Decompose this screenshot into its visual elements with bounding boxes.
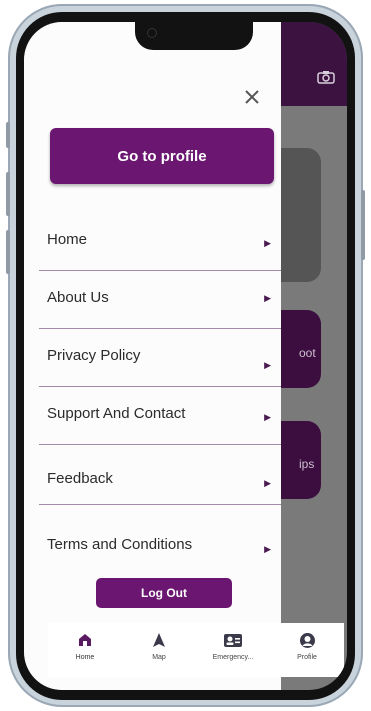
nav-item-profile[interactable]: Profile xyxy=(270,623,344,677)
nav-label: Home xyxy=(75,654,95,661)
map-icon xyxy=(152,631,166,649)
chevron-right-icon: ▶ xyxy=(264,412,271,422)
bottom-navigation: Home Map Emergency... Profile xyxy=(48,623,344,677)
power-button xyxy=(361,190,365,260)
home-icon xyxy=(78,631,92,649)
menu-item-label: Feedback xyxy=(47,470,113,487)
volume-down-button xyxy=(6,230,10,274)
menu-item-feedback[interactable]: Feedback ▶ xyxy=(39,444,281,505)
menu-item-about-us[interactable]: About Us ▶ xyxy=(39,270,281,329)
notch xyxy=(135,22,253,50)
nav-label: Map xyxy=(152,654,166,661)
chevron-right-icon: ▶ xyxy=(264,478,271,488)
menu-item-label: Privacy Policy xyxy=(47,347,141,364)
nav-item-map[interactable]: Map xyxy=(122,623,196,677)
background-card-text: oot xyxy=(299,346,316,360)
contact-card-icon xyxy=(223,631,243,649)
camera-icon xyxy=(317,70,335,89)
go-to-profile-button[interactable]: Go to profile xyxy=(50,128,274,184)
menu-item-label: Support And Contact xyxy=(47,405,186,422)
menu-item-label: Home xyxy=(47,231,88,248)
navigation-drawer: Go to profile Home ▶ About Us ▶ Privacy … xyxy=(24,22,281,690)
close-icon[interactable] xyxy=(243,88,261,110)
nav-label: Profile xyxy=(297,654,317,661)
menu-item-label: Terms and Conditions xyxy=(47,536,193,553)
menu-item-privacy-policy[interactable]: Privacy Policy ▶ xyxy=(39,328,281,387)
nav-item-home[interactable]: Home xyxy=(48,623,122,677)
chevron-right-icon: ▶ xyxy=(264,293,271,303)
nav-label: Emergency... xyxy=(212,654,254,661)
background-card-text: ips xyxy=(299,457,315,471)
menu-item-home[interactable]: Home ▶ xyxy=(39,212,281,271)
profile-icon xyxy=(299,631,316,649)
log-out-button[interactable]: Log Out xyxy=(96,578,232,608)
menu-item-label: About Us xyxy=(47,289,109,306)
volume-up-button xyxy=(6,172,10,216)
menu-item-terms-and-conditions[interactable]: Terms and Conditions ▶ xyxy=(39,504,281,562)
menu-item-support-and-contact[interactable]: Support And Contact ▶ xyxy=(39,386,281,445)
mute-switch xyxy=(6,122,10,148)
chevron-right-icon: ▶ xyxy=(264,360,271,370)
chevron-right-icon: ▶ xyxy=(264,238,271,248)
nav-item-emergency[interactable]: Emergency... xyxy=(196,623,270,677)
chevron-right-icon: ▶ xyxy=(264,544,271,554)
screen: oot ips Go to profile Home ▶ About Us ▶ … xyxy=(24,22,347,690)
